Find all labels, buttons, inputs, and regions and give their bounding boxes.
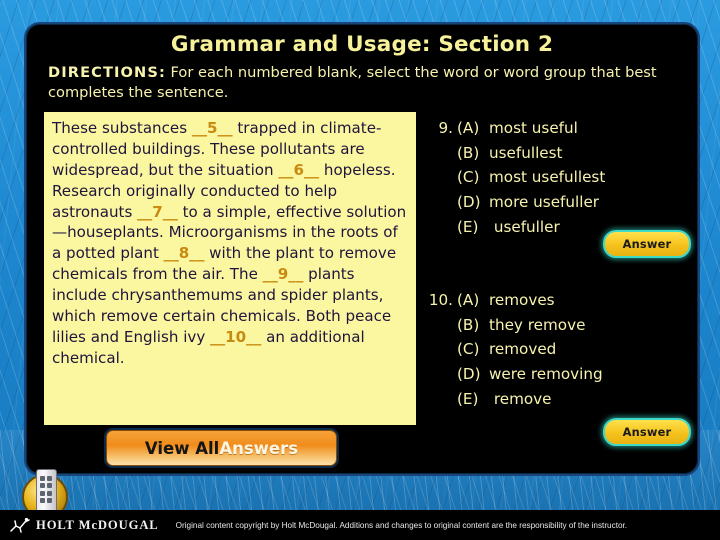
passage-segment-0: These substances [52,119,192,137]
view-all-label-primary: View All [144,438,220,458]
choice-letter: (A) [457,119,480,137]
choice-text: removes [489,291,555,309]
choice-letter: (D) [457,192,481,211]
choice-text: usefullest [489,143,563,162]
choice-letter: (B) [457,143,480,162]
choice-row[interactable]: (C) removed [423,337,603,362]
choice-letter: (D) [457,364,481,383]
copyright-text: Original content copyright by Holt McDou… [175,520,628,530]
choice-text: more usefuller [489,192,600,211]
passage-blank-11: __10__ [210,327,262,346]
brand-name: HOLT McDOUGAL [36,517,159,532]
page-title: Grammar and Usage: Section 2 [170,32,554,57]
choice-letter: (E) [457,217,479,236]
passage-blank-3: __6__ [278,160,320,179]
choice-text: usefuller [489,217,560,236]
directions-label: DIRECTIONS: [48,64,166,81]
choice-letter: (C) [457,168,480,187]
choice-letter: (B) [457,315,480,334]
passage-blank-1: __5__ [191,119,233,137]
question-10: 10. (A) removes (B) they remove (C) removed (D)… [423,288,603,411]
footer-bar: HOLT McDOUGAL Original content copyright… [0,510,720,540]
passage-blank-5: __7__ [137,202,178,221]
answer-button-q9[interactable]: Answer [603,230,691,258]
choice-text: most usefullest [489,168,606,187]
passage-blank-9: __9__ [262,265,304,284]
content-panel: Grammar and Usage: Section 2 DIRECTIONS:… [24,22,700,476]
choice-row[interactable]: 10. (A) removes [423,288,603,313]
choice-letter: (A) [457,291,480,309]
choice-row[interactable]: (D) more usefuller [423,190,605,215]
slide-root: Grammar and Usage: Section 2 DIRECTIONS:… [0,0,720,540]
question-9: 9. (A) most useful (B) usefullest (C) most use… [423,116,606,240]
passage-text: These substances __5__ trapped in climat… [44,112,416,425]
question-number: 10. [428,291,453,309]
choice-row[interactable]: (B) usefullest [423,141,605,166]
choice-text: most useful [489,119,578,137]
remote-buttons [39,476,52,504]
runner-logo-icon [8,517,32,533]
choice-text: remove [489,389,552,408]
choice-letter: (E) [457,389,479,408]
choice-text: they remove [489,315,586,334]
view-all-label-secondary: Answers [219,438,299,458]
choice-letter: (C) [457,340,480,359]
view-all-answers-button[interactable]: View All Answers [106,430,337,466]
choice-text: were removing [489,364,603,383]
answer-button-q10[interactable]: Answer [603,418,691,446]
choice-row[interactable]: (E) remove [423,387,603,412]
passage-blank-7: __8__ [163,244,205,263]
directions: DIRECTIONS: For each numbered blank, sel… [48,63,684,103]
choice-row[interactable]: (B) they remove [423,313,603,338]
choice-row[interactable]: (D) were removing [423,362,603,387]
question-number: 9. [438,119,454,137]
choice-row[interactable]: 9. (A) most useful [423,116,605,141]
choice-row[interactable]: (E) usefuller [423,215,605,240]
choice-text: removed [489,340,557,359]
choice-row[interactable]: (C) most usefullest [423,165,605,190]
